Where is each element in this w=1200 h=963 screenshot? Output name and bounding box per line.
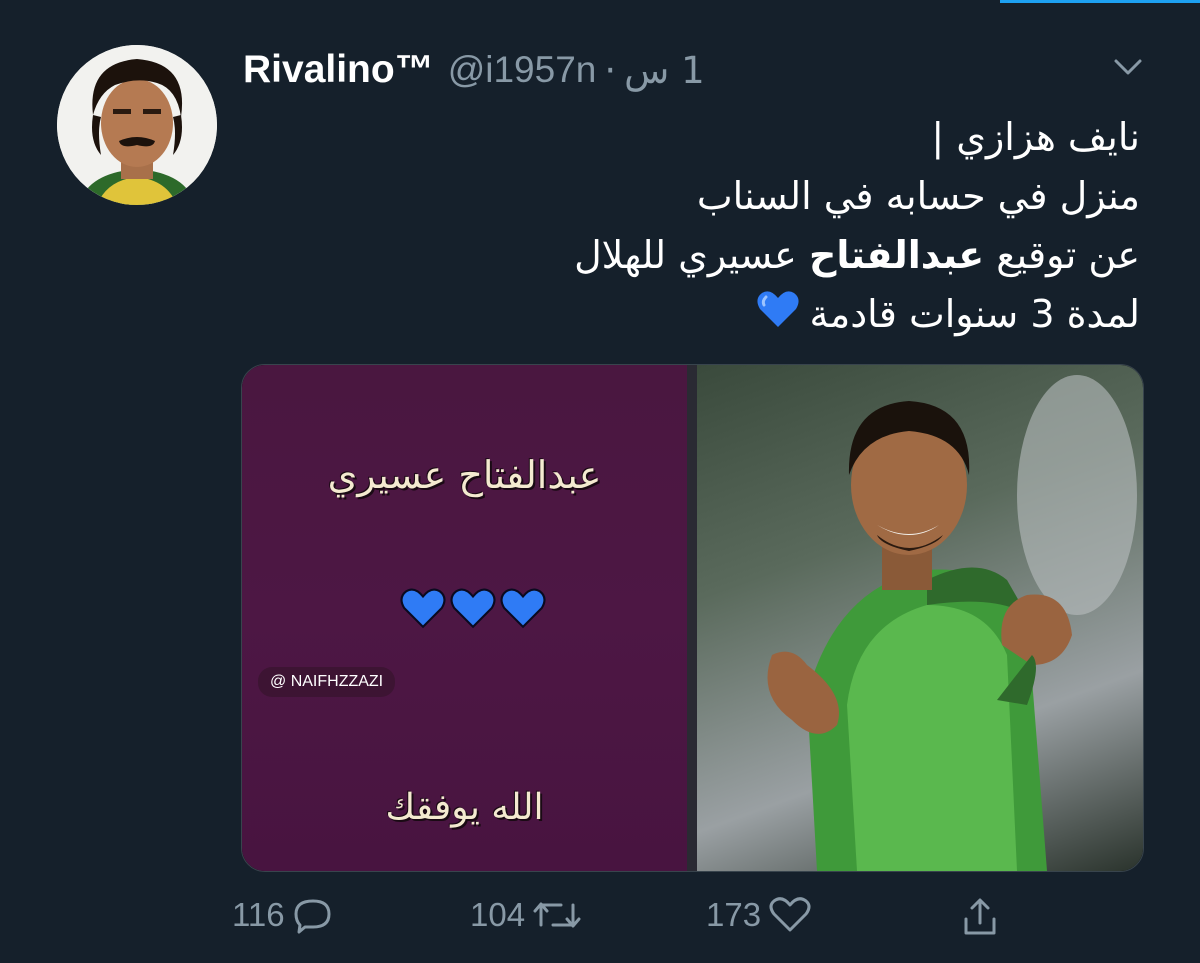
retweet-icon <box>533 902 581 928</box>
blue-heart-icon <box>500 588 546 629</box>
avatar-portrait-icon <box>57 45 217 205</box>
heart-icon <box>769 897 811 932</box>
blue-heart-icon <box>450 588 496 629</box>
tweet-text-line-4-text: لمدة 3 سنوات قادمة <box>809 292 1141 336</box>
header-separator: · <box>604 48 617 92</box>
top-accent-line <box>1000 0 1200 3</box>
retweet-count: 104 <box>470 896 526 933</box>
tweet-text-line-3-suffix: عسيري للهلال <box>574 233 809 277</box>
tweet-text-line-2: منزل في حسابه في السناب <box>696 174 1140 218</box>
share-icon <box>964 898 996 935</box>
author-name[interactable]: Rivalino™ <box>243 48 434 92</box>
tweet-text-bold-name: عبدالفتاح <box>808 233 985 277</box>
image-bless-text: الله يوفقك <box>385 787 544 828</box>
tweet-text: نايف هزازي | منزل في حسابه في السناب عن … <box>440 108 1140 346</box>
tweet-actions: 116 104 173 <box>0 895 1200 950</box>
tweet-text-line-1: نايف هزازي | <box>931 115 1140 159</box>
retweet-button[interactable]: 104 <box>470 895 583 935</box>
blue-heart-icon <box>756 287 800 346</box>
image-hearts <box>400 587 546 629</box>
tweet-header: Rivalino™ @i1957n · 1 س <box>243 40 705 100</box>
reply-count: 116 <box>232 896 285 933</box>
author-handle[interactable]: @i1957n <box>448 49 597 91</box>
tweet-text-line-3-prefix: عن توقيع <box>984 233 1140 277</box>
image-name-text: عبدالفتاح عسيري <box>327 453 602 497</box>
tweet-text-line-4: لمدة 3 سنوات قادمة <box>440 285 1140 346</box>
like-button[interactable]: 173 <box>706 895 813 935</box>
reply-button[interactable]: 116 <box>232 895 335 935</box>
tweet-media[interactable]: عبدالفتاح عسيري @ NAIFHZZAZI الله يوفقك <box>241 364 1144 872</box>
blue-heart-icon <box>400 588 446 629</box>
image-handle-tag: @ NAIFHZZAZI <box>258 667 396 697</box>
share-button[interactable] <box>952 895 1002 939</box>
reply-icon <box>294 899 331 934</box>
tweet-time[interactable]: 1 س <box>624 49 704 92</box>
tweet-text-line-3: عن توقيع عبدالفتاح عسيري للهلال <box>440 226 1140 285</box>
media-divider <box>687 365 697 871</box>
chevron-down-icon <box>1114 59 1142 75</box>
like-count: 173 <box>706 896 762 933</box>
avatar[interactable] <box>57 45 217 205</box>
media-image-right[interactable] <box>697 365 1143 871</box>
media-image-left[interactable]: عبدالفتاح عسيري @ NAIFHZZAZI الله يوفقك <box>242 365 687 871</box>
more-options-button[interactable] <box>1108 52 1148 82</box>
player-photo-icon <box>767 375 1137 871</box>
